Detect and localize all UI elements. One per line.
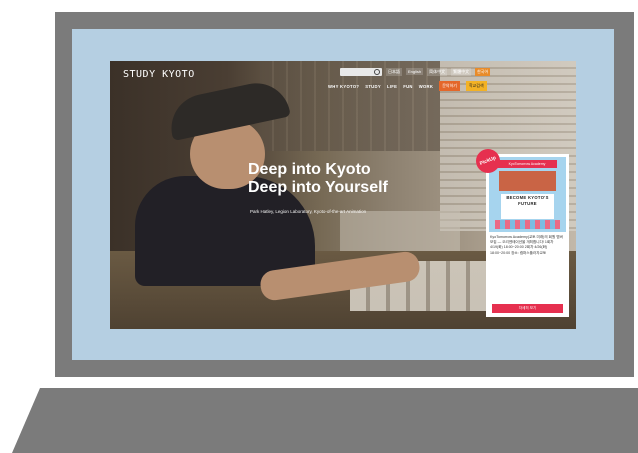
- hero-title-line-1: Deep into Kyoto: [248, 161, 371, 178]
- top-utility-bar: 日本語 English 简体中文 繁體中文 한국어: [340, 67, 491, 76]
- site-logo[interactable]: STUDY KYOTO: [123, 69, 195, 80]
- pickup-description: KyoTomorrow Academy(교토 미래)의 회원 멤버 모집 — 오…: [490, 235, 563, 255]
- lang-korean[interactable]: 한국어: [475, 67, 491, 76]
- lang-traditional-chinese[interactable]: 繁體中文: [451, 67, 472, 76]
- pickup-poster[interactable]: KyoTomorrow Academy BECOME KYOTO'S FUTUR…: [489, 157, 566, 232]
- lang-japanese[interactable]: 日本語: [386, 67, 402, 76]
- laptop-base: [12, 388, 638, 453]
- poster-title: BECOME KYOTO'S FUTURE: [501, 194, 554, 219]
- nav-work[interactable]: WORK: [419, 84, 433, 89]
- hero-title-line-2: Deep into Yourself: [248, 179, 388, 196]
- nav-why-kyoto[interactable]: WHY KYOTO?: [328, 84, 359, 89]
- hero-subtitle: Park Hatley, Legion Laboratory, Kyoto-of…: [250, 209, 367, 214]
- lang-english[interactable]: English: [406, 68, 424, 75]
- nav-fun[interactable]: FUN: [403, 84, 413, 89]
- nav-study[interactable]: STUDY: [365, 84, 381, 89]
- pickup-more-button[interactable]: 자세히 보기: [492, 304, 563, 313]
- wall-papers: [340, 211, 460, 251]
- pickup-card[interactable]: KyoTomorrow Academy BECOME KYOTO'S FUTUR…: [486, 154, 569, 317]
- school-search-button[interactable]: 학교검색: [465, 81, 487, 91]
- main-nav: WHY KYOTO? STUDY LIFE FUN WORK 문의하기 학교검색: [328, 81, 487, 91]
- website-screenshot: STUDY KYOTO 日本語 English 简体中文 繁體中文 한국어 WH…: [110, 61, 576, 329]
- nav-life[interactable]: LIFE: [387, 84, 397, 89]
- poster-banner: KyoTomorrow Academy: [497, 160, 557, 168]
- search-icon[interactable]: [374, 68, 380, 75]
- contact-button[interactable]: 문의하기: [439, 81, 460, 91]
- poster-people-illustration: [495, 220, 560, 229]
- site-search-input[interactable]: [340, 67, 382, 76]
- lang-simplified-chinese[interactable]: 简体中文: [427, 67, 448, 76]
- poster-building-illustration: [499, 171, 556, 191]
